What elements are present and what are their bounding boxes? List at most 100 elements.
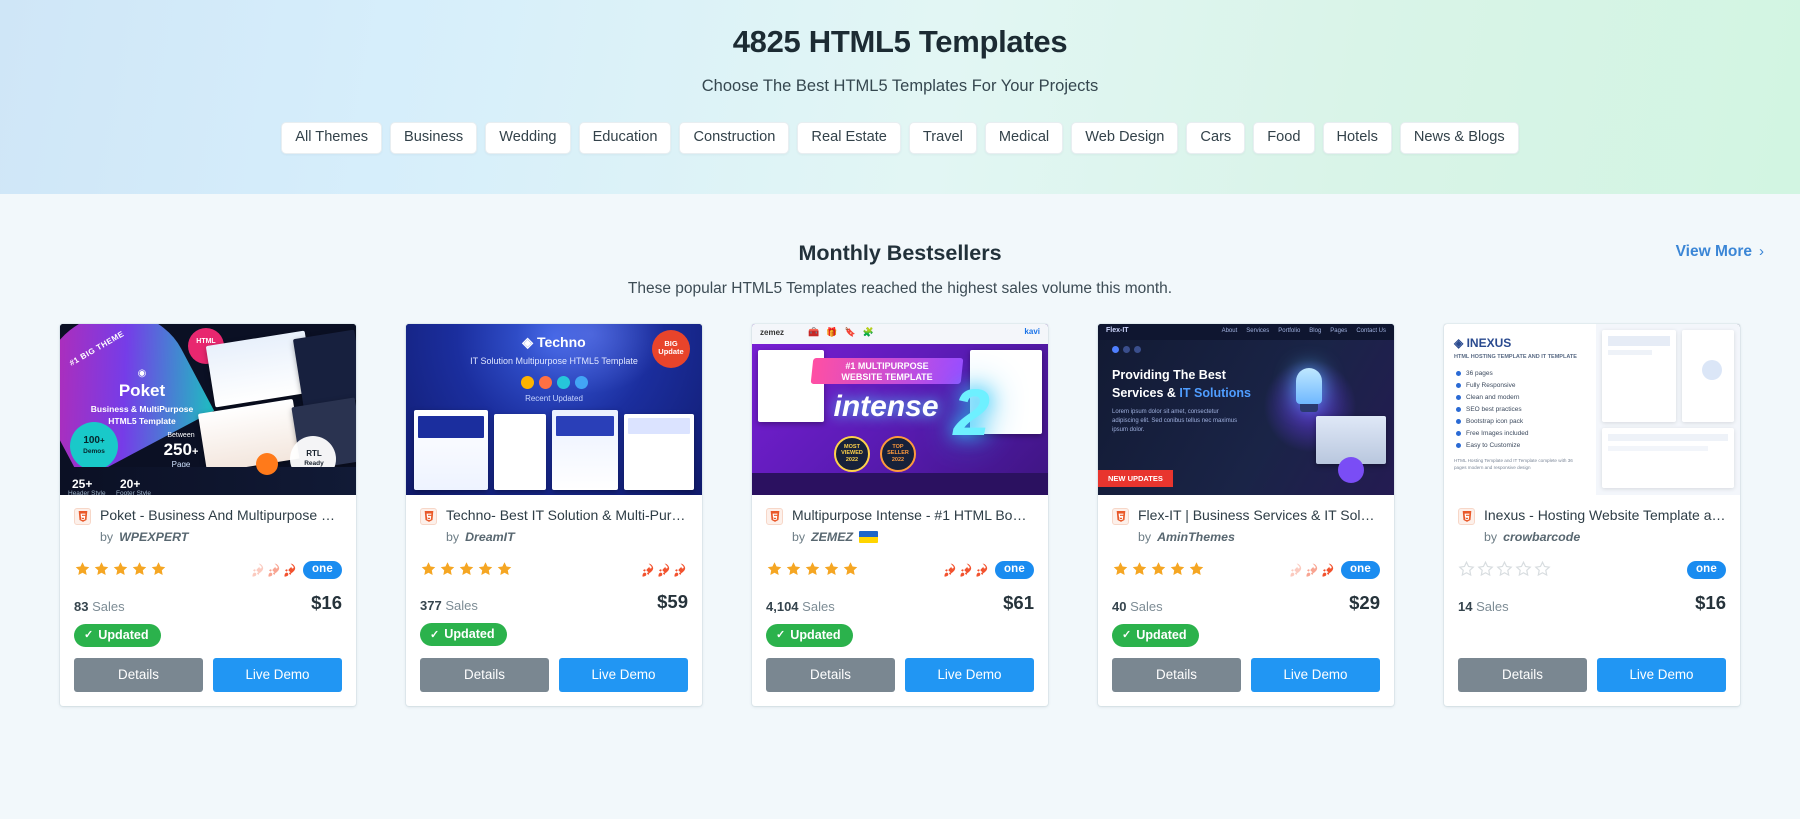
details-button[interactable]: Details — [766, 657, 895, 692]
live-demo-button[interactable]: Live Demo — [559, 657, 688, 692]
view-more-link[interactable]: View More › — [1676, 243, 1764, 261]
rocket-rank-icon — [641, 562, 688, 577]
template-title[interactable]: Poket - Business And Multipurpose Re... — [100, 507, 342, 525]
tab-construction[interactable]: Construction — [679, 122, 790, 154]
tab-travel[interactable]: Travel — [908, 122, 977, 154]
updated-badge: ✓ Updated — [74, 623, 161, 647]
category-tabs: All Themes Business Wedding Education Constr… — [281, 122, 1519, 154]
rating-row: one — [766, 561, 1034, 579]
card-body: Multipurpose Intense - #1 HTML Boot... b… — [752, 495, 1048, 658]
author-name[interactable]: WPEXPERT — [119, 530, 188, 544]
thumbnail-art: ◈ INEXUS HTML HOSTING TEMPLATE AND IT TE… — [1444, 324, 1740, 495]
price: $29 — [1349, 591, 1380, 613]
view-more-label: View More — [1675, 243, 1752, 260]
sales-number: 40 — [1112, 598, 1127, 614]
sales-count: 4,104 Sales — [766, 599, 835, 614]
sales-number: 377 — [420, 598, 442, 613]
one-subscription-badge: one — [994, 561, 1034, 579]
author-name[interactable]: crowbarcode — [1503, 530, 1580, 544]
updated-slot: ✓ Updated — [420, 623, 688, 657]
tab-food[interactable]: Food — [1253, 122, 1315, 154]
tab-cars[interactable]: Cars — [1186, 122, 1246, 154]
sales-price-row: 4,104 Sales $61 — [766, 592, 1034, 614]
rating-row: one — [1458, 561, 1726, 579]
thumbnail-art: ◈ Techno IT Solution Multipurpose HTML5 … — [406, 324, 702, 495]
template-card[interactable]: ◈ INEXUS HTML HOSTING TEMPLATE AND IT TE… — [1444, 324, 1740, 706]
author-row: by AminThemes — [1112, 530, 1380, 544]
html5-icon — [1458, 508, 1475, 525]
check-icon: ✓ — [1122, 629, 1132, 642]
tab-web-design[interactable]: Web Design — [1071, 122, 1179, 154]
card-title-row: Techno- Best IT Solution & Multi-Purp... — [420, 507, 688, 525]
template-title[interactable]: Flex-IT | Business Services & IT Solutio… — [1138, 507, 1380, 525]
card-title-row: Flex-IT | Business Services & IT Solutio… — [1112, 507, 1380, 525]
card-title-row: Inexus - Hosting Website Template an... — [1458, 507, 1726, 525]
template-thumbnail[interactable]: ◈ INEXUS HTML HOSTING TEMPLATE AND IT TE… — [1444, 324, 1740, 495]
one-subscription-badge: one — [1686, 561, 1726, 579]
live-demo-button[interactable]: Live Demo — [213, 657, 342, 692]
template-card[interactable]: Flex-IT About Services Portfolio Blog Pages C… — [1098, 324, 1394, 706]
sales-price-row: 40 Sales $29 — [1112, 592, 1380, 614]
rating-row — [420, 561, 688, 578]
rating-row: one — [1112, 561, 1380, 579]
updated-slot: ✓ Updated — [766, 623, 1034, 658]
thumbnail-art: zemez 🧰 🎁 🔖 🧩 kavi #1 MULTIPURPOSE WEBSITE … — [752, 324, 1048, 495]
tab-hotels[interactable]: Hotels — [1322, 122, 1392, 154]
check-icon: ✓ — [84, 629, 94, 642]
card-body: Flex-IT | Business Services & IT Solutio… — [1098, 495, 1394, 658]
sales-label: Sales — [1476, 598, 1509, 614]
badge-group: one — [1686, 561, 1726, 579]
live-demo-button[interactable]: Live Demo — [905, 657, 1034, 692]
author-name[interactable]: AminThemes — [1157, 530, 1235, 544]
check-icon: ✓ — [776, 629, 786, 642]
template-card-list: HTML #1 BIG THEME ◉ Poket Business & Mul… — [0, 298, 1800, 706]
author-row: by WPEXPERT — [74, 530, 342, 544]
card-body: Techno- Best IT Solution & Multi-Purp...… — [406, 495, 702, 658]
tab-medical[interactable]: Medical — [984, 122, 1064, 154]
card-actions: Details Live Demo — [1444, 657, 1740, 706]
sales-label: Sales — [445, 598, 478, 613]
template-title[interactable]: Multipurpose Intense - #1 HTML Boot... — [792, 507, 1034, 525]
sales-price-row: 83 Sales $16 — [74, 592, 342, 614]
price: $59 — [657, 591, 688, 612]
tab-wedding[interactable]: Wedding — [485, 122, 571, 154]
details-button[interactable]: Details — [420, 657, 549, 692]
star-rating — [1112, 561, 1205, 578]
tab-all-themes[interactable]: All Themes — [281, 122, 382, 154]
template-thumbnail[interactable]: Flex-IT About Services Portfolio Blog Pages C… — [1098, 324, 1394, 495]
card-body: Inexus - Hosting Website Template an... … — [1444, 495, 1740, 658]
one-subscription-badge: one — [302, 561, 342, 579]
one-subscription-badge: one — [1340, 561, 1380, 579]
sales-label: Sales — [1130, 598, 1163, 614]
live-demo-button[interactable]: Live Demo — [1251, 657, 1380, 692]
rocket-rank-icon — [251, 562, 298, 577]
template-thumbnail[interactable]: HTML #1 BIG THEME ◉ Poket Business & Mul… — [60, 324, 356, 495]
template-thumbnail[interactable]: ◈ Techno IT Solution Multipurpose HTML5 … — [406, 324, 702, 495]
updated-slot: ✓ Updated — [1112, 623, 1380, 658]
tab-news-blogs[interactable]: News & Blogs — [1399, 122, 1519, 154]
author-name[interactable]: ZEMEZ — [811, 530, 853, 544]
author-name[interactable]: DreamIT — [465, 530, 515, 544]
template-card[interactable]: ◈ Techno IT Solution Multipurpose HTML5 … — [406, 324, 702, 706]
card-actions: Details Live Demo — [752, 657, 1048, 706]
tab-real-estate[interactable]: Real Estate — [797, 122, 901, 154]
author-row: by crowbarcode — [1458, 530, 1726, 544]
tab-education[interactable]: Education — [578, 122, 672, 154]
author-row: by DreamIT — [420, 530, 688, 544]
template-card[interactable]: zemez 🧰 🎁 🔖 🧩 kavi #1 MULTIPURPOSE WEBSITE … — [752, 324, 1048, 706]
thumbnail-art: Flex-IT About Services Portfolio Blog Pages C… — [1098, 324, 1394, 495]
sales-count: 40 Sales — [1112, 599, 1163, 614]
live-demo-button[interactable]: Live Demo — [1597, 657, 1726, 692]
template-card[interactable]: HTML #1 BIG THEME ◉ Poket Business & Mul… — [60, 324, 356, 706]
sales-number: 83 — [74, 598, 89, 614]
tab-business[interactable]: Business — [390, 122, 478, 154]
template-title[interactable]: Inexus - Hosting Website Template an... — [1484, 507, 1726, 525]
updated-badge: ✓ Updated — [420, 623, 507, 646]
template-thumbnail[interactable]: zemez 🧰 🎁 🔖 🧩 kavi #1 MULTIPURPOSE WEBSITE … — [752, 324, 1048, 495]
details-button[interactable]: Details — [74, 657, 203, 692]
template-title[interactable]: Techno- Best IT Solution & Multi-Purp... — [446, 507, 688, 525]
updated-slot: ✓ Updated — [74, 623, 342, 658]
star-rating — [74, 561, 167, 578]
details-button[interactable]: Details — [1458, 657, 1587, 692]
details-button[interactable]: Details — [1112, 657, 1241, 692]
